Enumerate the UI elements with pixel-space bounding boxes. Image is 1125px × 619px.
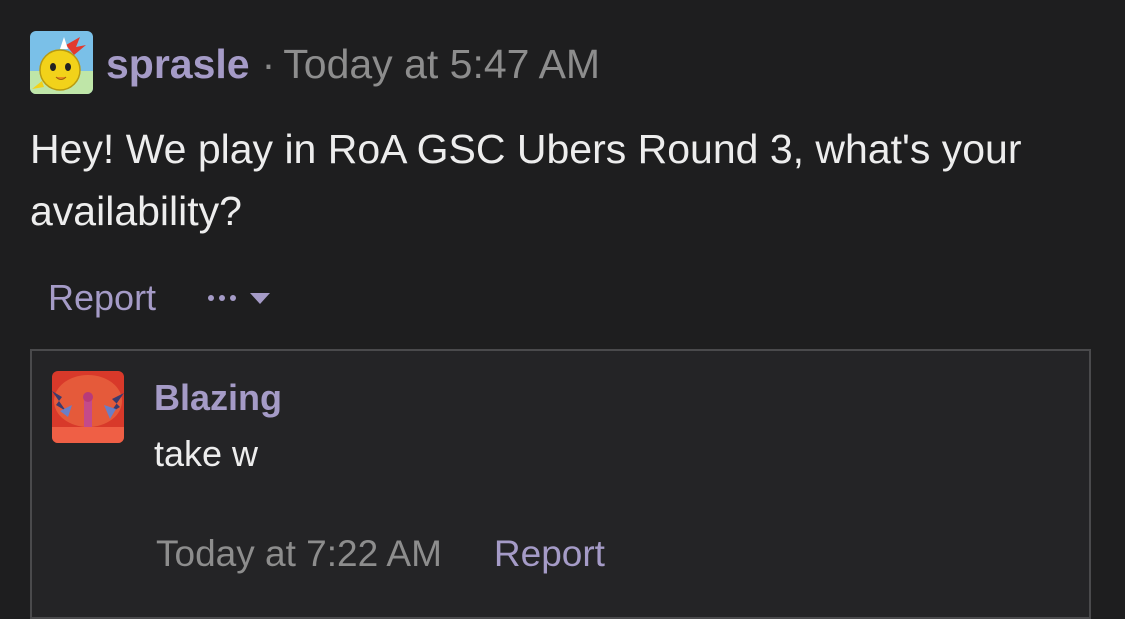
post-timestamp[interactable]: Today at 5:47 AM bbox=[283, 41, 600, 88]
reply-author-name[interactable]: Blazing bbox=[154, 377, 282, 419]
header-separator: · bbox=[261, 40, 276, 87]
post-author-name[interactable]: sprasle bbox=[106, 41, 250, 88]
more-options-button[interactable] bbox=[208, 292, 271, 304]
yellow-chick-avatar-icon bbox=[30, 31, 93, 94]
report-link[interactable]: Report bbox=[48, 277, 156, 319]
reply-comment: Blazing take w Today at 7:22 AM Report bbox=[30, 349, 1091, 619]
red-scene-avatar-icon bbox=[52, 371, 124, 443]
post-message: Hey! We play in RoA GSC Ubers Round 3, w… bbox=[30, 126, 1022, 234]
user-avatar[interactable] bbox=[30, 31, 93, 94]
message-post: sprasle · Today at 5:47 AM Hey! We play … bbox=[0, 0, 1125, 619]
reply-footer: Today at 7:22 AM Report bbox=[156, 533, 605, 575]
ellipsis-icon bbox=[208, 295, 237, 301]
reply-report-link[interactable]: Report bbox=[494, 533, 605, 575]
post-actions: Report bbox=[48, 274, 271, 322]
post-header: sprasle · Today at 5:47 AM bbox=[106, 40, 600, 88]
reply-timestamp[interactable]: Today at 7:22 AM bbox=[156, 533, 442, 575]
caret-down-icon bbox=[250, 292, 271, 304]
reply-message: take w bbox=[154, 433, 259, 474]
reply-avatar[interactable] bbox=[52, 371, 124, 443]
